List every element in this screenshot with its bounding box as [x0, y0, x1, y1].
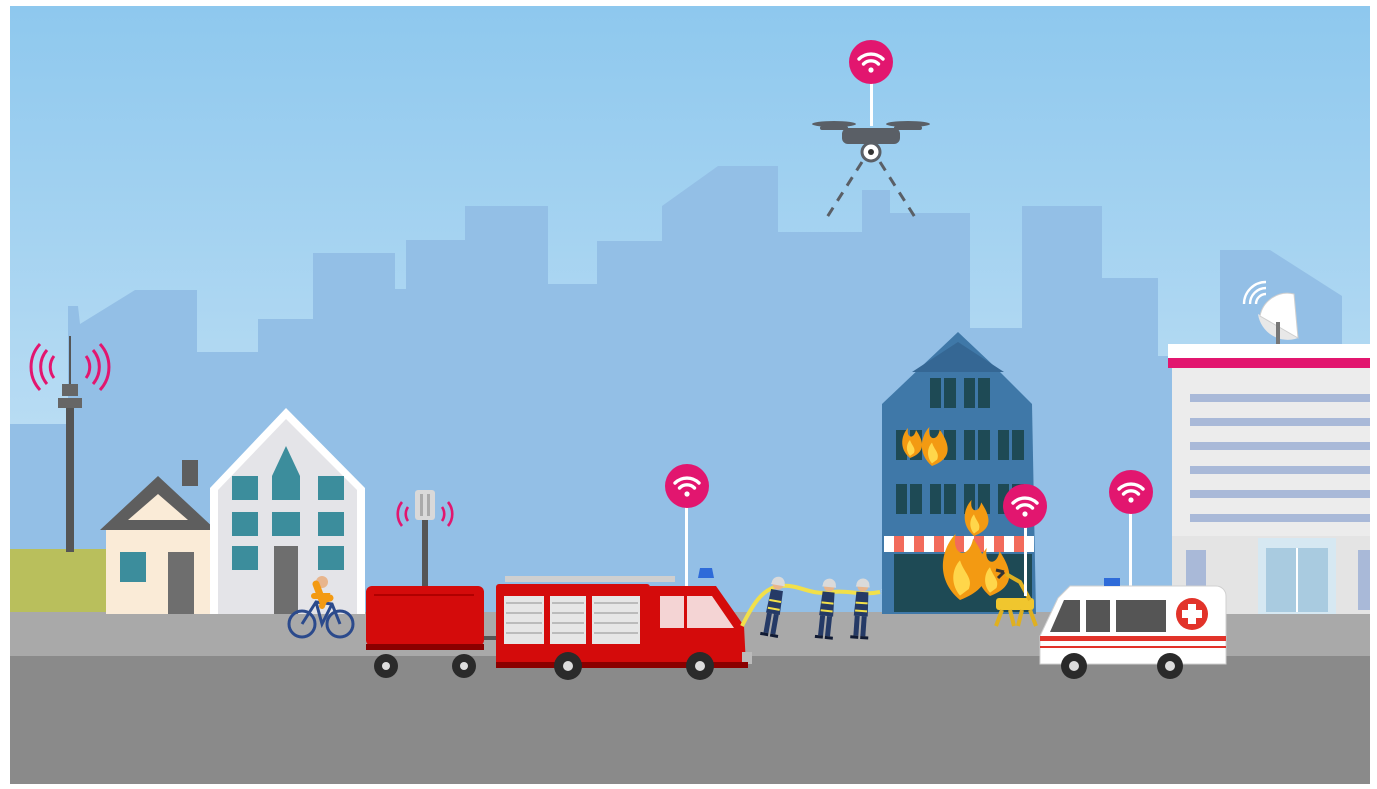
wifi-icon [1001, 482, 1049, 530]
wifi-icon [1107, 468, 1155, 516]
grass [10, 549, 108, 613]
ambulance-icon [1039, 578, 1227, 679]
hospital-icon [1168, 344, 1370, 614]
medical-cross-icon [1176, 598, 1208, 630]
siren-icon [698, 568, 714, 578]
wifi-icon [847, 38, 895, 86]
wifi-icon [663, 462, 711, 510]
smart-city-emergency-scene [10, 6, 1370, 784]
